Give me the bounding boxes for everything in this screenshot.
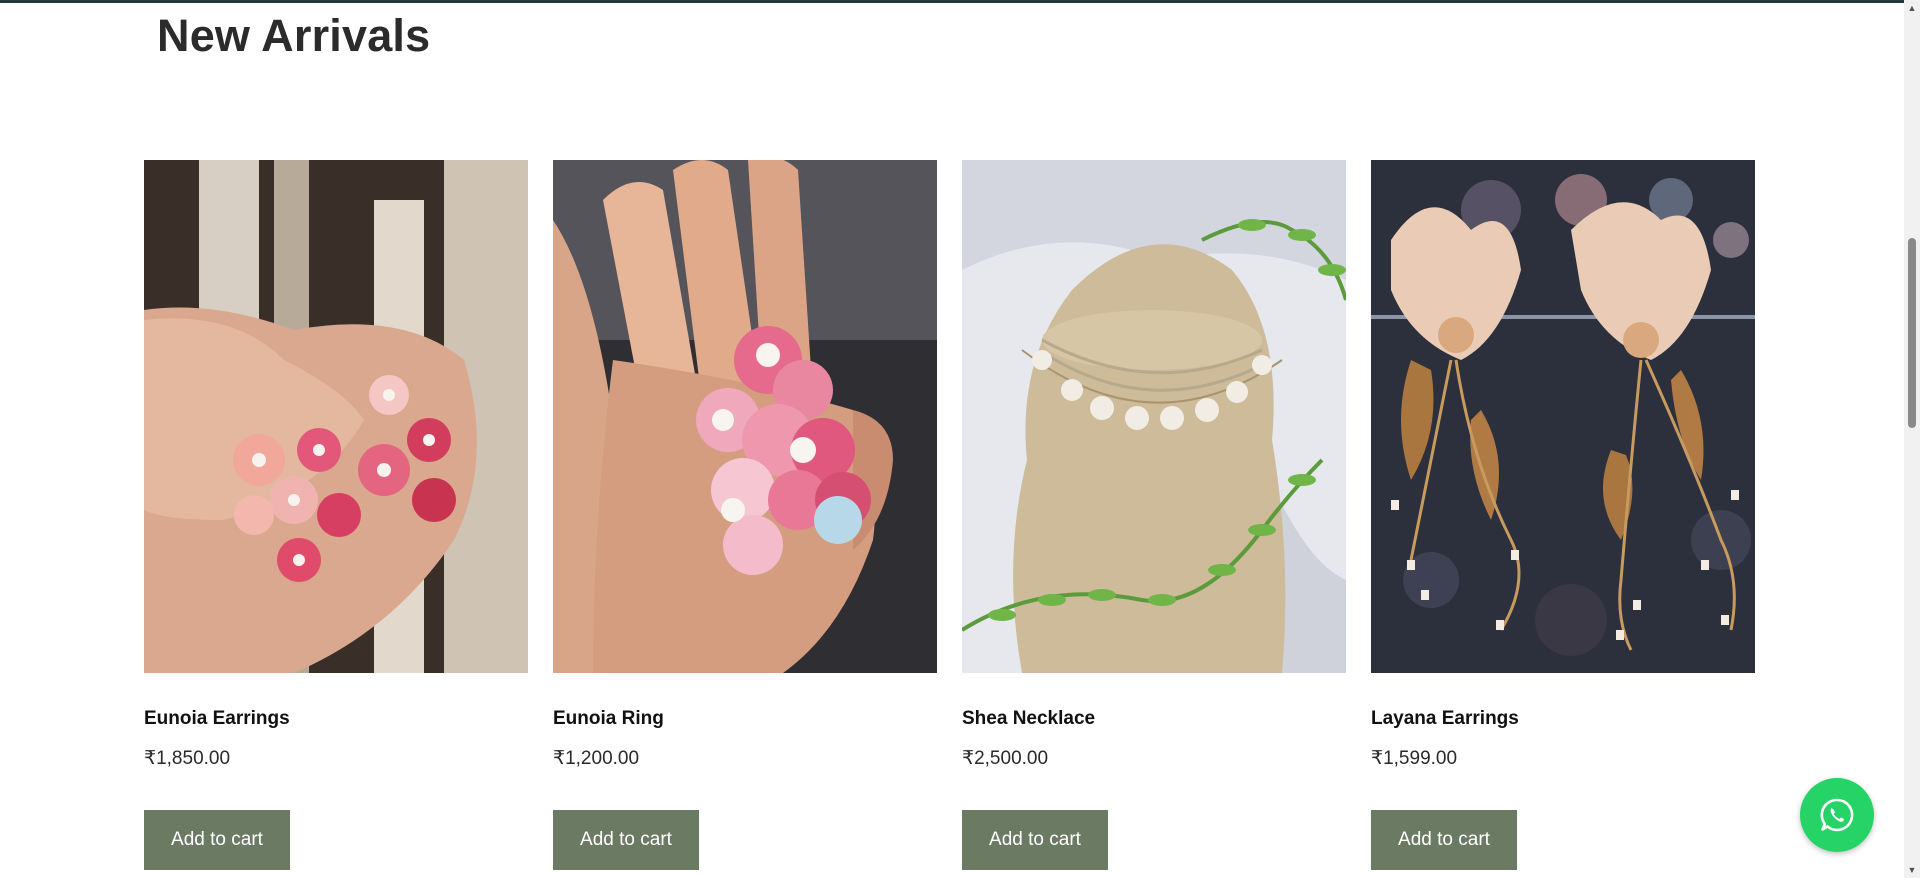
product-image-link[interactable]: [962, 160, 1346, 673]
product-image-link[interactable]: [553, 160, 937, 673]
section-title: New Arrivals: [157, 10, 431, 61]
product-price: ₹1,200.00: [553, 748, 640, 769]
product-image-link[interactable]: [1371, 160, 1755, 673]
product-card: Shea Necklace ₹2,500.00 Add to cart: [962, 160, 1346, 870]
whatsapp-chat-button[interactable]: [1800, 778, 1874, 852]
add-to-cart-button[interactable]: Add to cart: [144, 810, 290, 870]
product-price: ₹1,850.00: [144, 748, 231, 769]
product-image-link[interactable]: [144, 160, 528, 673]
product-price: ₹1,599.00: [1371, 748, 1458, 769]
product-name[interactable]: Layana Earrings: [1371, 706, 1755, 732]
product-name[interactable]: Eunoia Ring: [553, 706, 937, 732]
add-to-cart-button[interactable]: Add to cart: [962, 810, 1108, 870]
product-price: ₹2,500.00: [962, 748, 1049, 769]
scroll-up-arrow-icon[interactable]: ▲: [1904, 0, 1920, 16]
page: New Arrivals Eunoia Earrings ₹1,850.00 A…: [0, 0, 1904, 878]
product-name[interactable]: Shea Necklace: [962, 706, 1346, 732]
product-name[interactable]: Eunoia Earrings: [144, 706, 528, 732]
scrollbar-thumb[interactable]: [1908, 238, 1916, 428]
add-to-cart-button[interactable]: Add to cart: [1371, 810, 1517, 870]
pink-flower-ring-image: [553, 160, 937, 673]
necklace-on-bust-image: [962, 160, 1346, 673]
add-to-cart-button[interactable]: Add to cart: [553, 810, 699, 870]
whatsapp-icon: [1820, 798, 1854, 832]
beaded-gold-earrings-image: [1371, 160, 1755, 673]
vertical-scrollbar[interactable]: ▲ ▼: [1904, 0, 1920, 878]
product-card: Eunoia Ring ₹1,200.00 Add to cart: [553, 160, 937, 870]
product-card: Layana Earrings ₹1,599.00 Add to cart: [1371, 160, 1755, 870]
scroll-down-arrow-icon[interactable]: ▼: [1904, 862, 1920, 878]
product-grid: Eunoia Earrings ₹1,850.00 Add to cart Eu…: [144, 160, 1758, 870]
product-card: Eunoia Earrings ₹1,850.00 Add to cart: [144, 160, 528, 870]
pink-flower-earrings-image: [144, 160, 528, 673]
